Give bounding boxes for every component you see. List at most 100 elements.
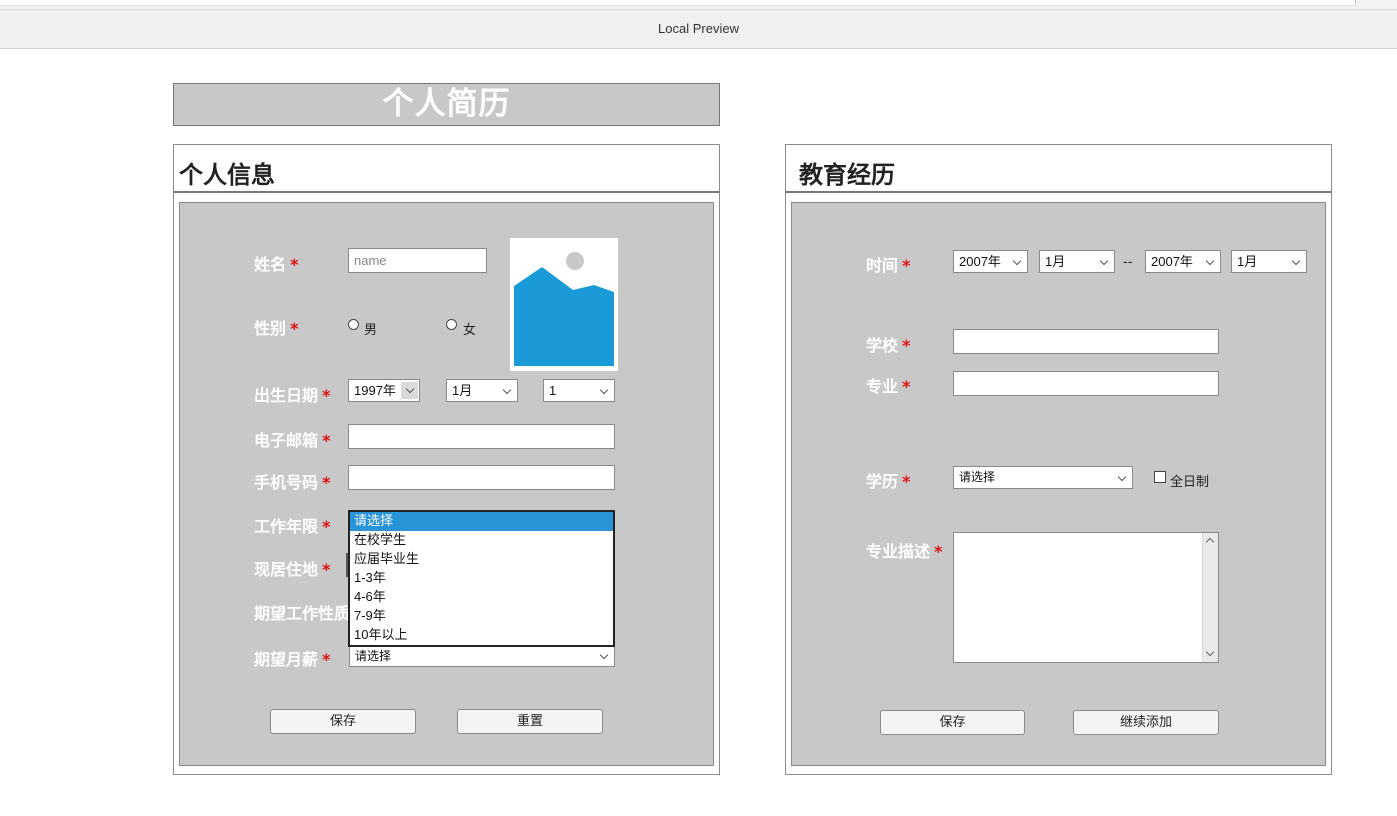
dropdown-option[interactable]: 应届毕业生: [350, 550, 613, 569]
start-month-value: 1月: [1045, 254, 1066, 269]
phone-label-row: 手机号码 *: [254, 469, 331, 493]
start-year-value: 2007年: [959, 254, 1001, 269]
chevron-down-icon: [599, 650, 609, 660]
start-month-select[interactable]: 1月: [1039, 250, 1115, 273]
salary-label: 期望月薪: [254, 650, 319, 669]
dropdown-option[interactable]: 请选择: [350, 512, 613, 531]
job-type-label-row: 期望工作性质: [254, 600, 349, 624]
name-input[interactable]: name: [348, 248, 487, 273]
textarea-scrollbar[interactable]: [1202, 533, 1218, 662]
degree-label: 学历: [866, 472, 899, 491]
required-star: *: [322, 431, 331, 450]
scroll-up-icon[interactable]: [1205, 537, 1215, 547]
gender-label-row: 性别 *: [254, 315, 299, 339]
residence-label: 现居住地: [254, 560, 319, 579]
chevron-down-icon: [502, 385, 512, 395]
personal-info-panel: 个人信息 姓名 * name 性别 * 男 女 出生日期 * 1997年 1月 …: [173, 144, 720, 775]
education-heading: 教育经历: [799, 161, 895, 189]
browser-tab-strip: [0, 0, 1397, 10]
start-year-select[interactable]: 2007年: [953, 250, 1028, 273]
email-label-row: 电子邮箱 *: [254, 427, 331, 451]
required-star: *: [902, 336, 911, 355]
school-label: 学校: [866, 336, 899, 355]
salary-select[interactable]: 请选择: [349, 645, 615, 667]
education-panel: 教育经历 时间 * 2007年 1月 -- 2007年 1月 学校 * 专业 *…: [785, 144, 1332, 775]
gender-female-label: 女: [463, 323, 477, 338]
work-years-label-row: 工作年限 *: [254, 513, 331, 537]
chevron-down-icon: [599, 385, 609, 395]
required-star: *: [902, 472, 911, 491]
school-field[interactable]: [953, 329, 1219, 354]
email-label: 电子邮箱: [254, 431, 319, 450]
gender-label: 性别: [254, 319, 287, 338]
required-star: *: [902, 256, 911, 275]
time-label: 时间: [866, 256, 899, 275]
birth-month-select[interactable]: 1月: [446, 379, 518, 402]
school-label-row: 学校 *: [866, 332, 911, 356]
image-placeholder-icon: [514, 252, 614, 366]
address-area: [0, 0, 1356, 6]
dropdown-option[interactable]: 1-3年: [350, 569, 613, 588]
end-month-select[interactable]: 1月: [1231, 250, 1307, 273]
photo-upload[interactable]: [510, 238, 618, 371]
residence-select-edge: [346, 553, 348, 577]
fulltime-label: 全日制: [1170, 475, 1210, 490]
birth-label-row: 出生日期 *: [254, 382, 331, 406]
chevron-down-icon: [1291, 256, 1301, 266]
save-button[interactable]: 保存: [880, 710, 1025, 735]
personal-form: 姓名 * name 性别 * 男 女 出生日期 * 1997年 1月 1 电子邮…: [179, 202, 714, 766]
degree-label-row: 学历 *: [866, 468, 911, 492]
birth-year-value: 1997年: [354, 383, 396, 398]
major-label-row: 专业 *: [866, 373, 911, 397]
chevron-down-icon: [401, 382, 418, 399]
save-button[interactable]: 保存: [270, 709, 416, 734]
required-star: *: [290, 255, 299, 274]
required-star: *: [290, 319, 299, 338]
personal-info-heading: 个人信息: [179, 161, 275, 189]
name-placeholder: name: [354, 253, 387, 268]
birth-day-value: 1: [549, 383, 557, 398]
dropdown-option[interactable]: 4-6年: [350, 588, 613, 607]
heading-divider: [174, 191, 719, 193]
desc-label-row: 专业描述 *: [866, 538, 943, 562]
name-label: 姓名: [254, 255, 287, 274]
required-star: *: [902, 377, 911, 396]
required-star: *: [322, 650, 331, 669]
phone-field[interactable]: [348, 465, 615, 490]
birth-year-select[interactable]: 1997年: [348, 379, 420, 402]
degree-value: 请选择: [959, 470, 996, 484]
required-star: *: [934, 542, 943, 561]
heading-divider: [786, 191, 1331, 193]
description-textarea[interactable]: [953, 532, 1219, 663]
birth-day-select[interactable]: 1: [543, 379, 615, 402]
job-type-label: 期望工作性质: [254, 604, 349, 623]
dropdown-option[interactable]: 7-9年: [350, 607, 613, 626]
end-year-select[interactable]: 2007年: [1145, 250, 1221, 273]
major-field[interactable]: [953, 371, 1219, 396]
dropdown-option[interactable]: 在校学生: [350, 531, 613, 550]
work-years-dropdown[interactable]: 请选择 在校学生 应届毕业生 1-3年 4-6年 7-9年 10年以上: [348, 510, 615, 647]
name-label-row: 姓名 *: [254, 251, 299, 275]
reset-button[interactable]: 重置: [457, 709, 603, 734]
chevron-down-icon: [1205, 256, 1215, 266]
birth-label: 出生日期: [254, 386, 319, 405]
email-field[interactable]: [348, 424, 615, 449]
dropdown-option[interactable]: 10年以上: [350, 626, 613, 645]
gender-male-label: 男: [364, 323, 378, 338]
degree-select[interactable]: 请选择: [953, 466, 1133, 489]
scroll-down-icon[interactable]: [1205, 647, 1215, 657]
work-years-label: 工作年限: [254, 517, 319, 536]
required-star: *: [322, 517, 331, 536]
residence-label-row: 现居住地 *: [254, 556, 331, 580]
chevron-down-icon: [1099, 256, 1109, 266]
gender-male-radio[interactable]: [348, 319, 359, 330]
education-form: 时间 * 2007年 1月 -- 2007年 1月 学校 * 专业 * 学历 *…: [791, 202, 1326, 766]
gender-female-radio[interactable]: [446, 319, 457, 330]
desc-label: 专业描述: [866, 542, 931, 561]
fulltime-checkbox[interactable]: [1154, 471, 1166, 483]
add-more-button[interactable]: 继续添加: [1073, 710, 1219, 735]
chevron-down-icon: [1012, 256, 1022, 266]
required-star: *: [322, 560, 331, 579]
required-star: *: [322, 473, 331, 492]
time-label-row: 时间 *: [866, 252, 911, 276]
